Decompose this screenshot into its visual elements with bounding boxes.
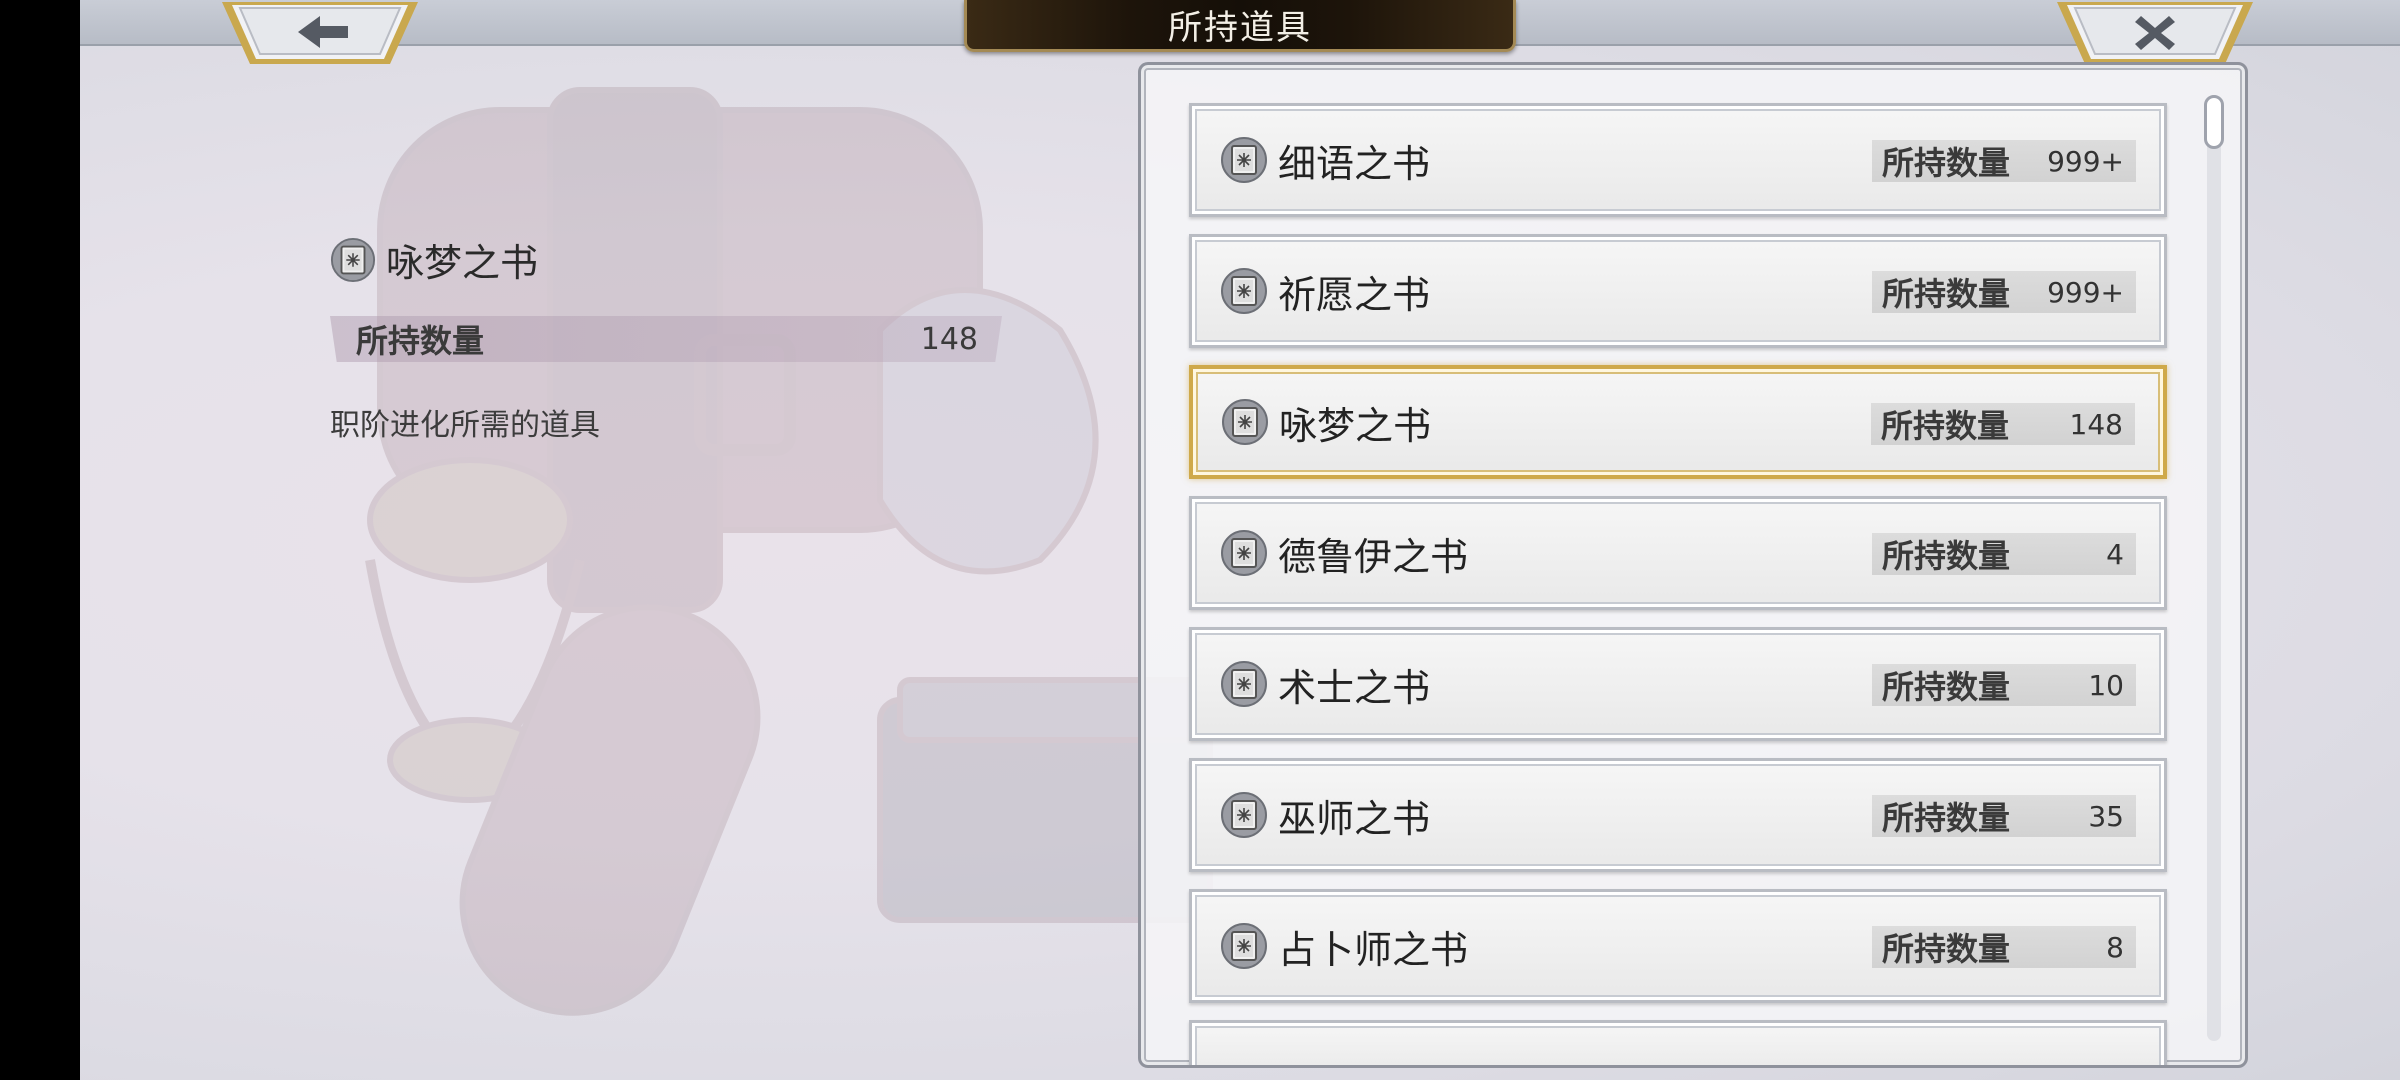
book-icon — [1222, 399, 1268, 445]
item-list-panel[interactable]: 细语之书 所持数量 999+ 祈愿之书 所持数量 999+ 咏梦之书 所持数量 … — [1138, 62, 2248, 1068]
item-count-label: 所持数量 — [1882, 799, 2011, 837]
selected-item-header: 咏梦之书 — [330, 232, 538, 287]
item-count-value: 8 — [2106, 930, 2124, 964]
owned-quantity-bar: 所持数量 148 — [330, 316, 1002, 362]
list-item[interactable]: 占卜师之书 所持数量 8 — [1189, 889, 2167, 1003]
list-item[interactable]: 德鲁伊之书 所持数量 4 — [1189, 496, 2167, 610]
list-item[interactable]: 术士之书 所持数量 10 — [1189, 627, 2167, 741]
item-count-box: 所持数量 999+ — [1872, 271, 2136, 313]
item-name: 祈愿之书 — [1278, 272, 1431, 317]
book-icon — [1221, 792, 1267, 838]
book-icon — [1221, 923, 1267, 969]
inventory-screen: 所持道具 咏梦之书 所持数量 148 职阶进化所需的道具 细语之书 所持数量 9… — [80, 0, 2400, 1080]
item-count-value: 10 — [2088, 668, 2124, 702]
back-button[interactable] — [220, 0, 420, 66]
item-name: 占卜师之书 — [1278, 927, 1469, 972]
item-name: 细语之书 — [1278, 141, 1431, 186]
scrollbar[interactable] — [2204, 95, 2224, 1041]
arrow-left-icon — [222, 2, 418, 64]
item-count-value: 4 — [2106, 537, 2124, 571]
close-button[interactable] — [2055, 0, 2255, 66]
list-item[interactable]: 巫师之书 所持数量 35 — [1189, 758, 2167, 872]
item-count-value: 35 — [2088, 799, 2124, 833]
item-count-box: 所持数量 4 — [1872, 533, 2136, 575]
item-count-box: 所持数量 148 — [1871, 403, 2135, 445]
item-count-box: 所持数量 35 — [1872, 795, 2136, 837]
title-plate: 所持道具 — [964, 0, 1516, 52]
item-count-box: 所持数量 8 — [1872, 926, 2136, 968]
item-count-label: 所持数量 — [1882, 275, 2011, 313]
item-count-label: 所持数量 — [1882, 537, 2011, 575]
owned-quantity-value: 148 — [920, 321, 978, 357]
item-count-box: 所持数量 999+ — [1872, 140, 2136, 182]
item-count-label: 所持数量 — [1882, 930, 2011, 968]
item-list: 细语之书 所持数量 999+ 祈愿之书 所持数量 999+ 咏梦之书 所持数量 … — [1189, 103, 2167, 1065]
item-name: 巫师之书 — [1278, 796, 1431, 841]
item-name: 术士之书 — [1278, 665, 1431, 710]
book-icon — [1221, 137, 1267, 183]
selected-item-name: 咏梦之书 — [386, 241, 539, 285]
item-count-label: 所持数量 — [1882, 668, 2011, 706]
book-icon — [1221, 661, 1267, 707]
close-x-icon — [2057, 2, 2253, 64]
item-name: 咏梦之书 — [1279, 403, 1432, 448]
item-count-value: 999+ — [2047, 144, 2124, 178]
background-illustration — [365, 87, 1213, 1016]
item-name: 德鲁伊之书 — [1278, 534, 1469, 579]
list-item[interactable]: 细语之书 所持数量 999+ — [1189, 103, 2167, 217]
scrollbar-thumb[interactable] — [2204, 95, 2224, 149]
item-count-box: 所持数量 10 — [1872, 664, 2136, 706]
item-count-value: 999+ — [2047, 275, 2124, 309]
item-description: 职阶进化所需的道具 — [330, 408, 600, 443]
owned-quantity-label: 所持数量 — [356, 322, 485, 360]
list-item-partial[interactable] — [1189, 1020, 2167, 1065]
list-item-selected[interactable]: 咏梦之书 所持数量 148 — [1189, 365, 2167, 479]
book-icon — [1221, 530, 1267, 576]
book-icon — [330, 237, 376, 282]
list-item[interactable]: 祈愿之书 所持数量 999+ — [1189, 234, 2167, 348]
book-icon — [1221, 268, 1267, 314]
item-count-label: 所持数量 — [1881, 407, 2010, 445]
item-count-label: 所持数量 — [1882, 144, 2011, 182]
item-count-value: 148 — [2069, 407, 2123, 441]
page-title: 所持道具 — [1168, 8, 1312, 48]
